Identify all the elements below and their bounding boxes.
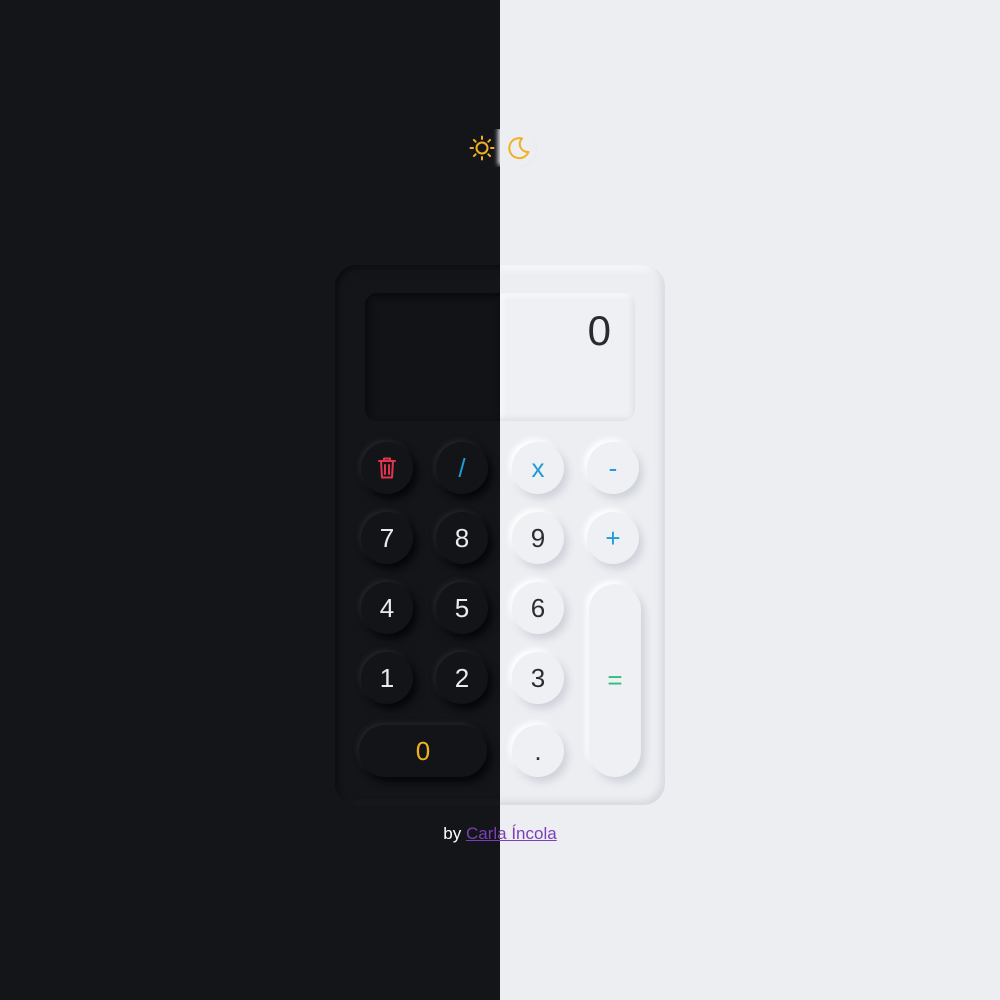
credit-prefix: by — [443, 824, 462, 843]
moon-icon — [507, 137, 529, 160]
key-3[interactable]: 3 — [512, 652, 564, 704]
dark-theme-button[interactable] — [500, 129, 537, 167]
decimal-button[interactable]: . — [512, 725, 564, 777]
key-1[interactable]: 1 — [361, 652, 413, 704]
trash-icon — [378, 457, 396, 479]
clear-button[interactable] — [361, 442, 413, 494]
author-link[interactable]: Carla Íncola — [466, 824, 557, 843]
key-7[interactable]: 7 — [361, 512, 413, 564]
key-6[interactable]: 6 — [512, 582, 564, 634]
key-9[interactable]: 9 — [512, 512, 564, 564]
equals-button[interactable]: = — [589, 584, 641, 777]
key-4[interactable]: 4 — [361, 582, 413, 634]
multiply-button[interactable]: x — [512, 442, 564, 494]
key-0[interactable]: 0 — [359, 725, 487, 777]
subtract-button[interactable]: - — [587, 442, 639, 494]
calculator-display: 0 — [365, 293, 635, 421]
divide-button[interactable]: / — [436, 442, 488, 494]
light-theme-button[interactable] — [463, 129, 500, 167]
add-button[interactable]: + — [587, 512, 639, 564]
sun-icon — [469, 135, 494, 161]
display-value: 0 — [587, 307, 611, 354]
key-2[interactable]: 2 — [436, 652, 488, 704]
key-8[interactable]: 8 — [436, 512, 488, 564]
credit-line: by Carla Íncola — [0, 824, 1000, 844]
key-5[interactable]: 5 — [436, 582, 488, 634]
